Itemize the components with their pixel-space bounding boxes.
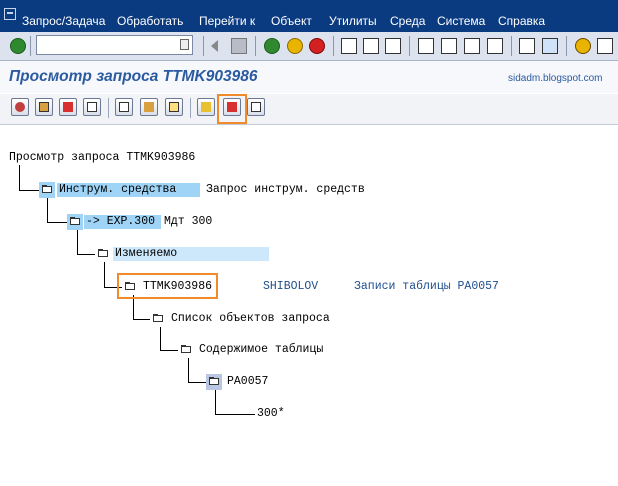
shortcut-icon[interactable] <box>542 38 558 54</box>
folder-icon[interactable] <box>67 214 83 230</box>
tree-line <box>215 414 255 415</box>
watermark: sidadm.blogspot.com <box>508 73 603 84</box>
menu-utilities[interactable]: Утилиты <box>329 14 377 28</box>
find-icon[interactable] <box>363 38 379 54</box>
toolbar-separator <box>409 36 410 56</box>
tree-line <box>77 230 78 254</box>
folder-icon[interactable] <box>206 374 222 390</box>
print-icon[interactable] <box>341 38 357 54</box>
tree-root-label: Просмотр запроса TTMK903986 <box>9 151 196 164</box>
folder-icon[interactable] <box>95 246 111 262</box>
first-page-icon[interactable] <box>418 38 434 54</box>
tree-node-request-desc: Записи таблицы PA0057 <box>354 280 499 293</box>
menu-help[interactable]: Справка <box>498 14 545 28</box>
tree-line <box>19 165 20 190</box>
enter-icon[interactable] <box>10 38 26 54</box>
display-change-button[interactable] <box>11 98 29 116</box>
last-page-icon[interactable] <box>487 38 503 54</box>
check-button[interactable] <box>197 98 215 116</box>
tree-line <box>215 390 216 414</box>
release-button[interactable] <box>59 98 77 116</box>
tree-line <box>133 319 150 320</box>
next-page-icon[interactable] <box>464 38 480 54</box>
command-history-icon[interactable] <box>180 39 189 50</box>
page-title: Просмотр запроса TTMK903986 <box>9 68 258 85</box>
toolbar-separator <box>203 36 204 56</box>
menu-edit[interactable]: Обработать <box>117 14 183 28</box>
transport-highlight <box>217 94 247 124</box>
overview-button[interactable] <box>115 98 133 116</box>
exit-icon[interactable] <box>287 38 303 54</box>
menu-environment[interactable]: Среда <box>390 14 425 28</box>
tree-line <box>188 358 189 382</box>
previous-page-icon[interactable] <box>441 38 457 54</box>
layout-menu-icon[interactable] <box>597 38 613 54</box>
tree-node-tools[interactable]: Инструм. средства <box>57 183 200 197</box>
request-tree <box>0 125 618 486</box>
tree-line <box>47 198 48 222</box>
folder-icon[interactable] <box>178 342 194 358</box>
tree-node-table-contents[interactable]: Содержимое таблицы <box>199 343 323 357</box>
toolbar-separator <box>190 98 191 118</box>
delete-button[interactable] <box>83 98 101 116</box>
folder-icon[interactable] <box>150 311 166 327</box>
download-button[interactable] <box>140 98 158 116</box>
toolbar-separator <box>108 98 109 118</box>
command-field[interactable] <box>36 35 193 55</box>
back-icon[interactable] <box>264 38 280 54</box>
export-button[interactable] <box>165 98 183 116</box>
menu-object[interactable]: Объект <box>271 14 312 28</box>
documentation-button[interactable] <box>247 98 265 116</box>
tree-line <box>77 254 95 255</box>
tree-node-table-name[interactable]: PA0057 <box>227 375 268 389</box>
tree-line <box>188 382 206 383</box>
help-icon[interactable] <box>575 38 591 54</box>
tree-line <box>47 222 67 223</box>
request-highlight <box>117 273 218 299</box>
back-arrow-icon[interactable] <box>211 40 218 52</box>
tree-node-owner: SHIBOLOV <box>263 280 319 293</box>
tree-node-key[interactable]: 300* <box>257 407 285 421</box>
toolbar-separator <box>511 36 512 56</box>
hierarchy-button[interactable] <box>35 98 53 116</box>
tree-line <box>160 327 161 350</box>
folder-icon[interactable] <box>39 182 55 198</box>
toolbar-separator <box>566 36 567 56</box>
tree-line <box>160 350 178 351</box>
tree-node-exp300[interactable]: -> EXP.300 <box>84 215 161 229</box>
find-next-icon[interactable] <box>385 38 401 54</box>
tree-node-exp300-desc: Мдт 300 <box>164 215 213 228</box>
toolbar-separator <box>333 36 334 56</box>
new-session-icon[interactable] <box>519 38 535 54</box>
toolbar-separator <box>255 36 256 56</box>
tree-line <box>104 262 105 287</box>
tree-node-tools-desc: Запрос инструм. средств <box>206 183 365 196</box>
toolbar-separator <box>30 36 31 56</box>
menu-request-task[interactable]: Запрос/Задача <box>22 14 105 28</box>
tree-node-object-list[interactable]: Список объектов запроса <box>171 312 330 326</box>
menu-goto[interactable]: Перейти к <box>199 14 255 28</box>
system-menu-icon[interactable] <box>4 8 16 20</box>
cancel-icon[interactable] <box>309 38 325 54</box>
save-icon[interactable] <box>231 38 247 54</box>
menu-system[interactable]: Система <box>437 14 485 28</box>
tree-node-changeable[interactable]: Изменяемо <box>113 247 269 261</box>
tree-line <box>19 190 39 191</box>
